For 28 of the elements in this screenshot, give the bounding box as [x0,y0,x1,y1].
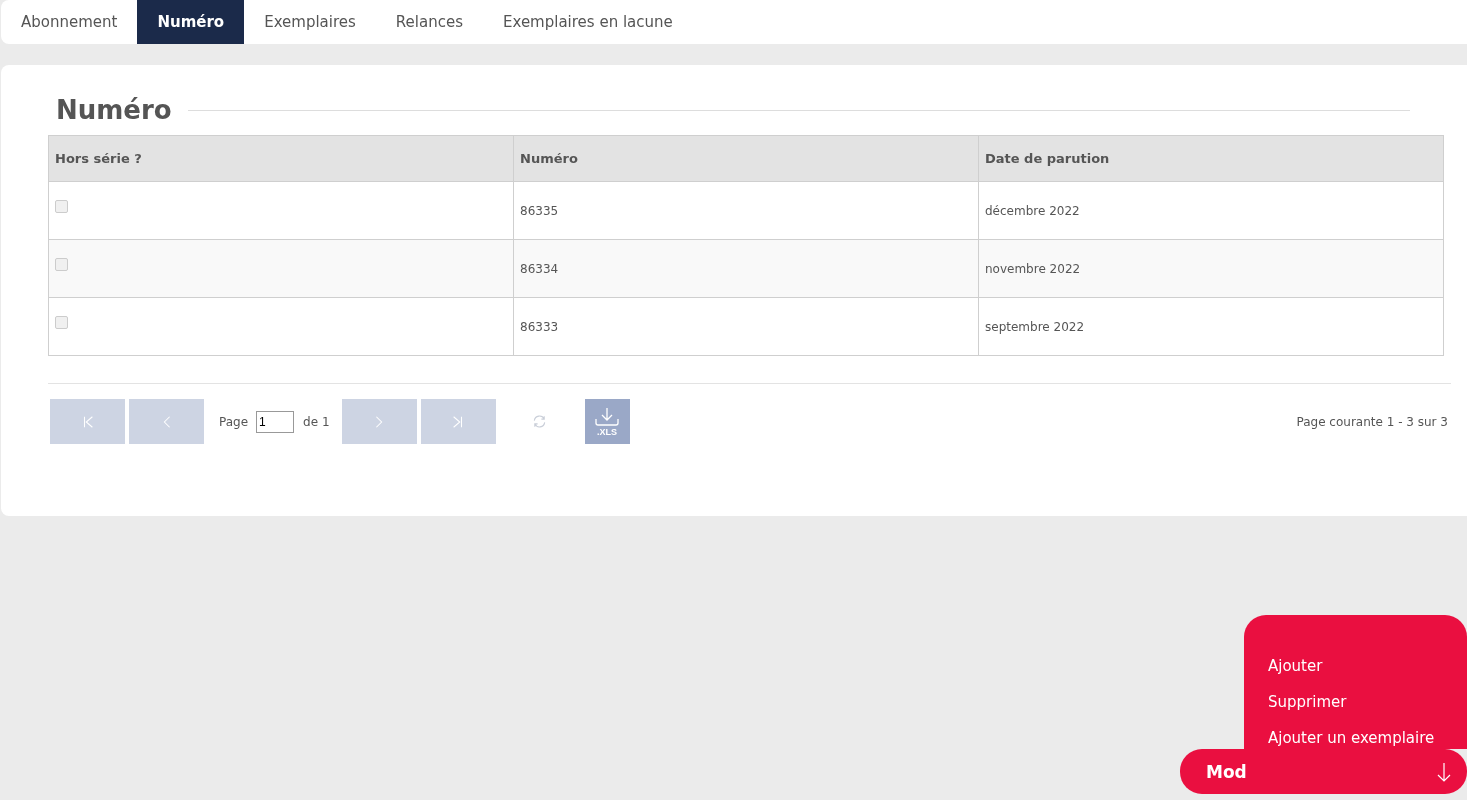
action-menu-button[interactable]: Mod [1180,749,1467,794]
refresh-button[interactable] [531,414,547,429]
tab[interactable]: Exemplaires [244,0,376,44]
tab[interactable]: Numéro [137,0,245,44]
download-icon [594,406,620,427]
page-info: Page courante 1 - 3 sur 3 [1296,414,1448,429]
arrow-down-icon [1437,761,1451,782]
tab[interactable]: Abonnement [1,0,138,44]
page-input[interactable]: 1 [256,410,295,433]
column-header: Date de parution [978,135,1444,182]
page-count-label: de 1 [303,414,330,429]
column-header: Numéro [513,135,979,182]
section-title: Numéro [56,95,172,125]
tab[interactable]: Relances [375,0,483,44]
table-cell: 86333 [513,297,979,356]
menu-item[interactable]: Ajouter [1268,656,1467,676]
page-label: Page [219,414,249,429]
refresh-icon [531,414,547,429]
table-cell: septembre 2022 [978,297,1444,356]
last-page-icon [451,414,465,429]
menu-item[interactable]: Ajouter un exemplaire [1268,728,1467,748]
table-cell: novembre 2022 [978,239,1444,298]
table-cell: 86334 [513,239,979,298]
menu-item[interactable]: Supprimer [1268,692,1467,712]
column-header: Hors série ? [48,135,514,182]
table-cell: décembre 2022 [978,181,1444,240]
table-cell: 86335 [513,181,979,240]
tab[interactable]: Exemplaires en lacune [483,0,693,44]
